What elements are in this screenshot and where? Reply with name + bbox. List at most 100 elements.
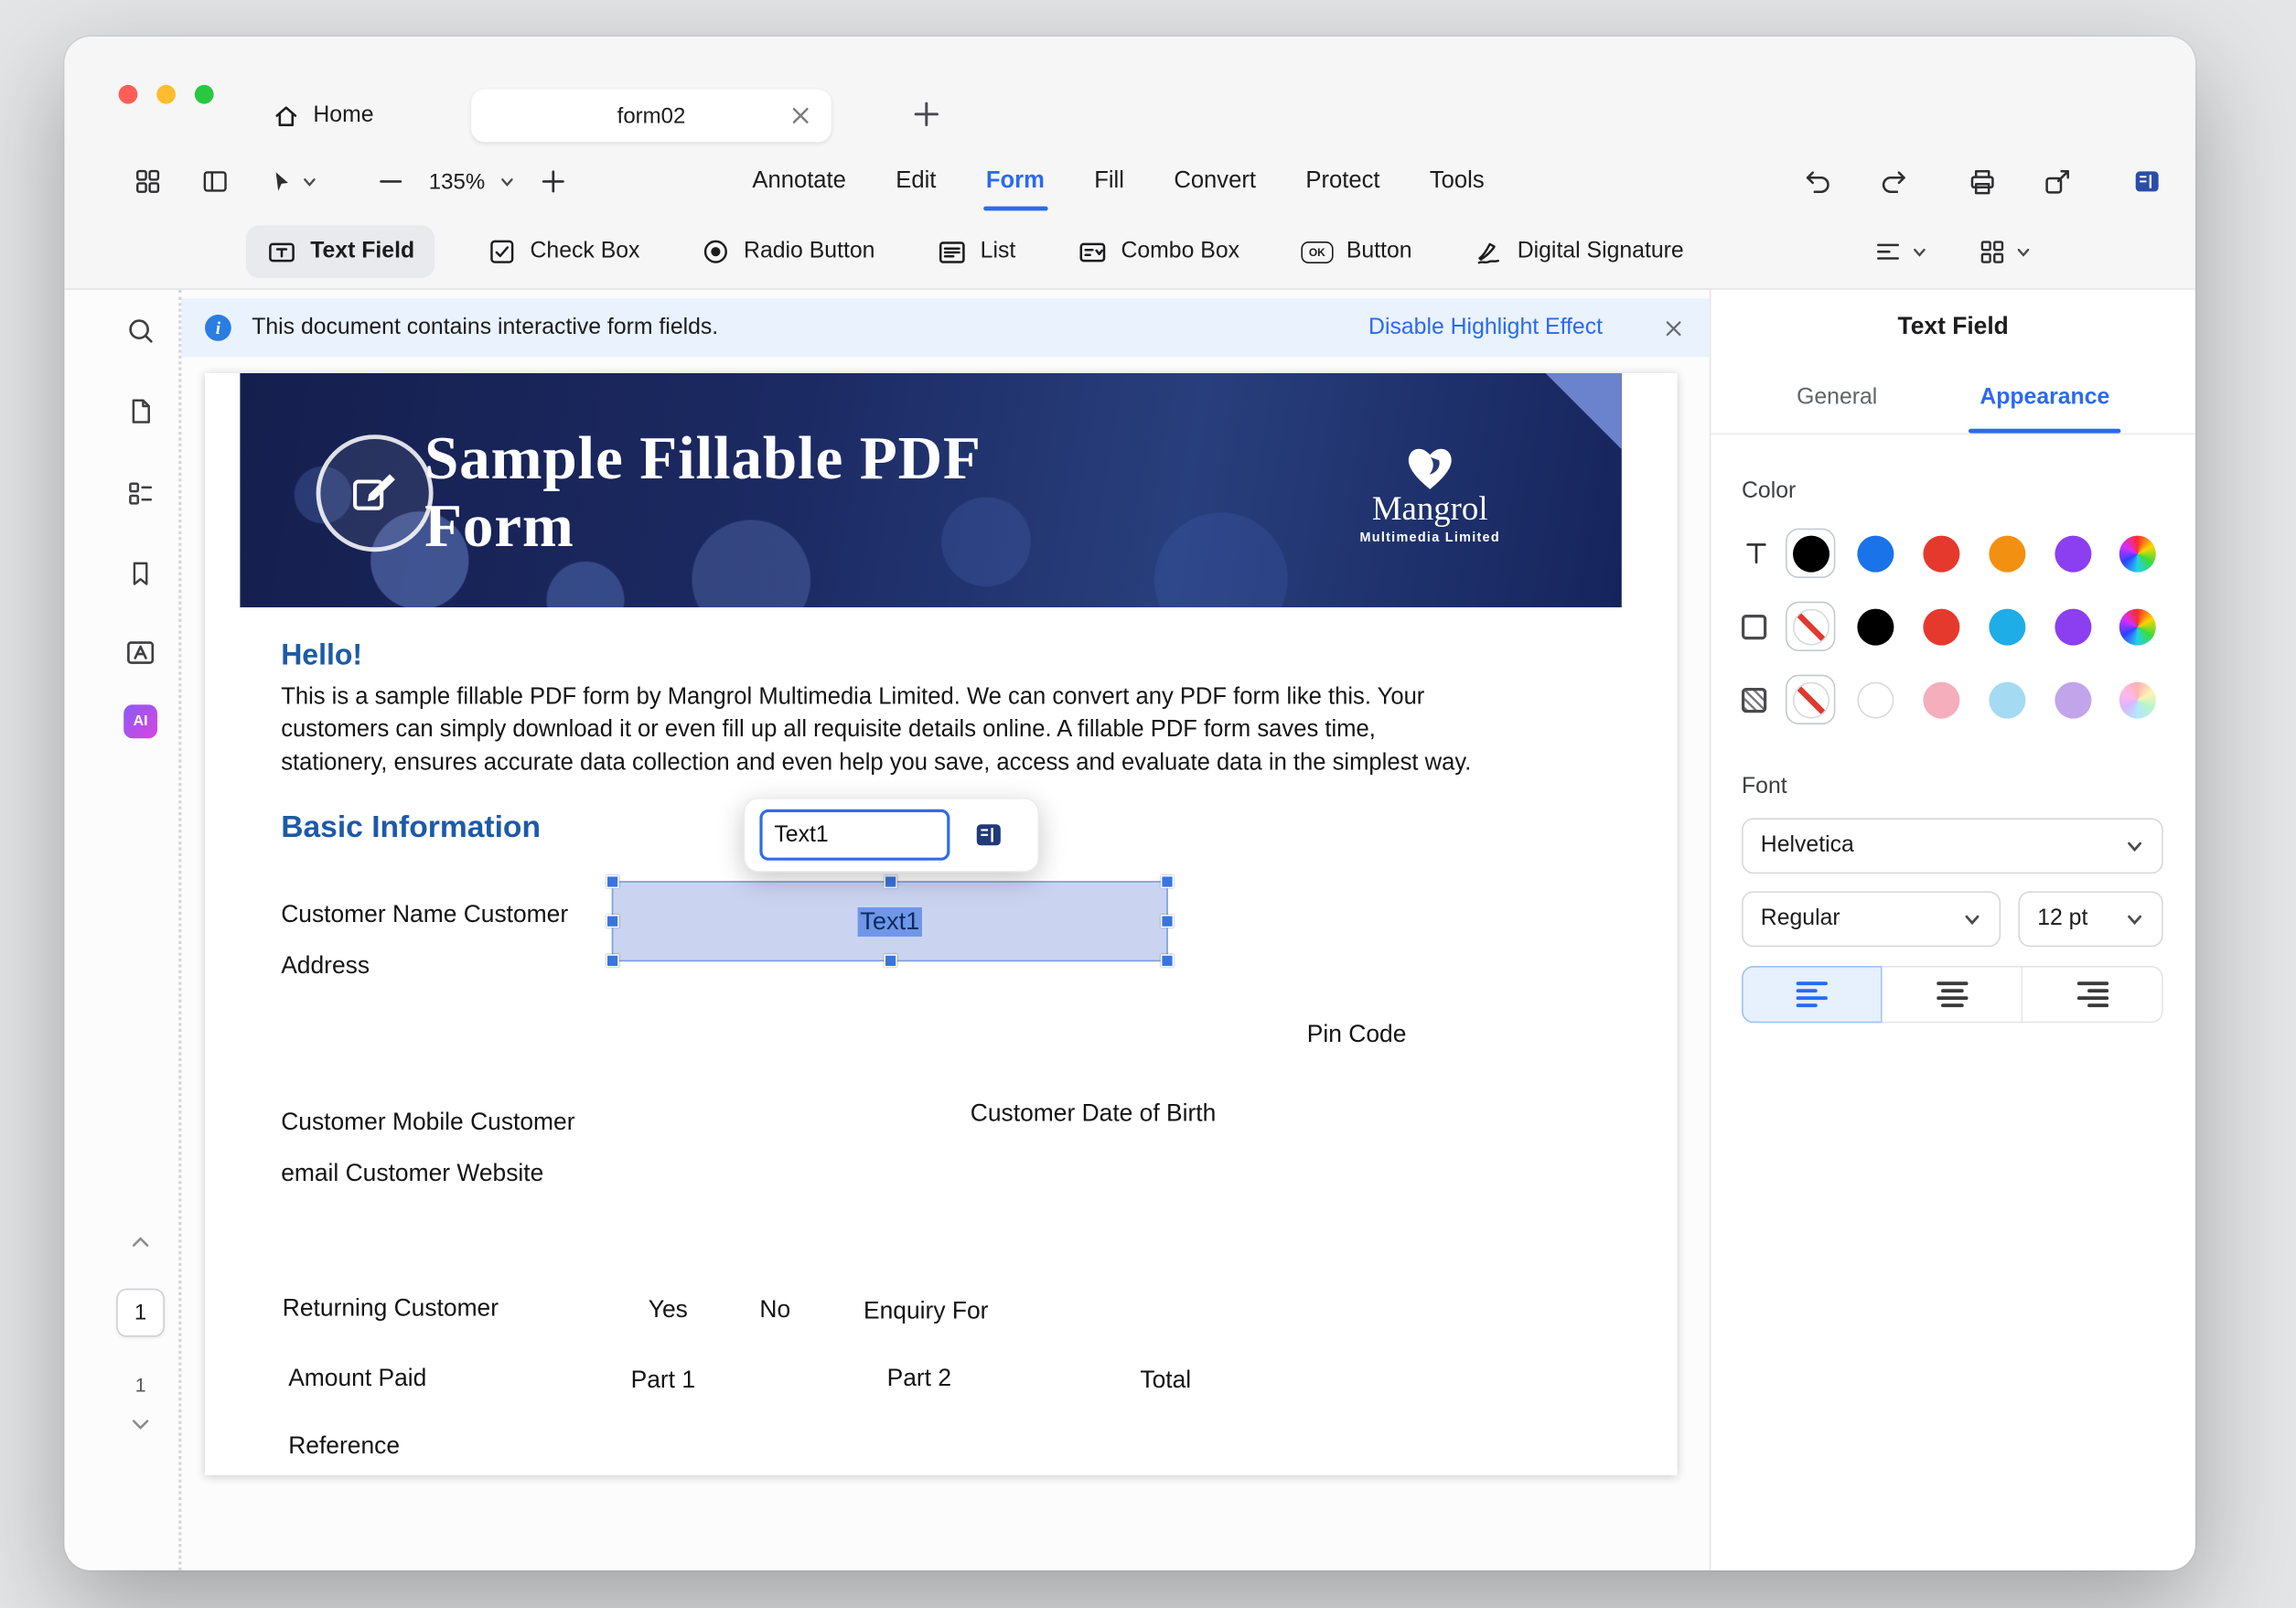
next-page-button[interactable] (129, 1412, 153, 1436)
align-center-button[interactable] (1882, 966, 2023, 1024)
close-window-button[interactable] (118, 84, 138, 104)
selected-text-field[interactable]: Text1 (606, 874, 1175, 968)
resize-handle-s[interactable] (883, 954, 896, 968)
text-color-swatch[interactable] (2048, 529, 2098, 578)
border-color-swatch[interactable] (1851, 602, 1901, 651)
chevron-down-icon (2017, 248, 2030, 256)
align-left-button[interactable] (1742, 966, 1883, 1024)
share-export-button[interactable] (2042, 166, 2073, 198)
arrange-tool-dropdown[interactable] (1978, 237, 2032, 266)
alignment-tool-dropdown[interactable] (1873, 237, 1927, 266)
disable-highlight-link[interactable]: Disable Highlight Effect (1368, 315, 1603, 341)
border-color-swatch[interactable] (2048, 602, 2098, 651)
fill-color-swatch[interactable] (1851, 675, 1901, 724)
menu-tools[interactable]: Tools (1430, 168, 1485, 195)
text-color-swatch[interactable] (2113, 529, 2162, 578)
radio-button-tool[interactable]: Radio Button (692, 225, 884, 278)
text-color-swatch[interactable] (1851, 529, 1901, 578)
resize-handle-nw[interactable] (606, 874, 619, 889)
resize-handle-ne[interactable] (1160, 874, 1175, 889)
chevron-up-icon (132, 1237, 149, 1247)
tab-document[interactable]: form02 (471, 89, 831, 143)
border-color-swatch[interactable] (1916, 602, 1966, 651)
check-box-tool[interactable]: Check Box (479, 225, 649, 278)
list-tool[interactable]: List (928, 225, 1025, 278)
text-color-swatch[interactable] (1916, 529, 1966, 578)
menu-form[interactable]: Form (982, 168, 1048, 211)
previous-page-button[interactable] (129, 1231, 153, 1255)
panel-layout-button[interactable] (2131, 166, 2163, 198)
resize-handle-e[interactable] (1160, 915, 1175, 928)
undo-button[interactable] (1803, 166, 1834, 198)
current-page-input[interactable]: 1 (116, 1288, 165, 1337)
tab-general[interactable]: General (1797, 363, 1877, 434)
resize-handle-n[interactable] (883, 874, 896, 889)
resize-handle-sw[interactable] (606, 954, 619, 968)
fill-color-swatch[interactable] (1916, 675, 1966, 724)
resize-handle-se[interactable] (1160, 954, 1175, 968)
app-window: Home form02 135% Annotate Edit Form Fill… (64, 37, 2196, 1570)
resize-handle-w[interactable] (606, 915, 619, 928)
font-style-select[interactable]: Regular (1742, 891, 2001, 948)
tab-appearance[interactable]: Appearance (1968, 363, 2121, 434)
field-name-input[interactable] (759, 809, 950, 861)
menu-edit[interactable]: Edit (896, 168, 936, 195)
close-tab-icon[interactable] (788, 102, 814, 129)
zoom-out-button[interactable] (376, 166, 405, 196)
minimize-window-button[interactable] (156, 84, 176, 104)
menu-fill[interactable]: Fill (1094, 168, 1124, 195)
text-color-swatch[interactable] (1982, 529, 2032, 578)
text-color-swatch[interactable] (1786, 528, 1836, 578)
new-tab-button[interactable] (910, 98, 942, 130)
border-color-swatch[interactable] (1786, 601, 1836, 651)
combo-box-tool[interactable]: Combo Box (1068, 225, 1249, 278)
dismiss-notification-icon[interactable] (1661, 316, 1686, 340)
form-field-list-button[interactable] (124, 637, 156, 669)
heart-logo-icon (1408, 448, 1452, 489)
menu-protect[interactable]: Protect (1305, 168, 1379, 195)
sidebar-toggle-icon[interactable] (200, 166, 230, 196)
properties-panel-icon (976, 824, 1001, 846)
zoom-in-button[interactable] (539, 166, 568, 196)
digital-signature-tool[interactable]: Digital Signature (1465, 225, 1692, 278)
fill-color-swatch[interactable] (2048, 675, 2098, 724)
font-family-select[interactable]: Helvetica (1742, 818, 2163, 874)
page-thumbnails-button[interactable] (125, 396, 156, 427)
fill-color-swatch[interactable] (1982, 675, 2032, 724)
search-button[interactable] (124, 315, 156, 347)
zoom-level[interactable]: 135% (429, 169, 485, 194)
traffic-lights (118, 84, 214, 104)
outline-icon (129, 482, 153, 505)
banner-corner-fold (1545, 373, 1622, 450)
bookmarks-button[interactable] (126, 559, 156, 588)
text-field-tool[interactable]: Text Field (245, 225, 435, 278)
print-button[interactable] (1967, 166, 1998, 198)
menu-annotate[interactable]: Annotate (752, 168, 846, 195)
zoom-menu-chevron-icon[interactable] (499, 174, 516, 190)
tab-home[interactable]: Home (258, 90, 389, 143)
menu-convert[interactable]: Convert (1174, 168, 1256, 195)
font-size-select[interactable]: 12 pt (2018, 891, 2163, 948)
selected-field-text[interactable]: Text1 (857, 906, 923, 937)
label-email-website: email Customer Website (281, 1160, 544, 1187)
align-right-button[interactable] (2022, 966, 2163, 1024)
pdf-banner: Sample Fillable PDF Form Mangrol Multime… (240, 373, 1622, 607)
panel-tabs: General Appearance (1711, 363, 2195, 435)
redo-button[interactable] (1878, 166, 1909, 198)
ai-assistant-icon: AI (123, 704, 157, 739)
outline-button[interactable] (125, 477, 156, 509)
list-icon (939, 241, 965, 263)
font-size-value: 12 pt (2037, 906, 2088, 931)
border-color-swatch[interactable] (1982, 602, 2032, 651)
notification-message: This document contains interactive form … (252, 315, 719, 340)
ai-assistant-button[interactable]: AI (123, 704, 157, 739)
font-family-value: Helvetica (1760, 832, 1854, 858)
button-tool[interactable]: OK Button (1293, 225, 1422, 278)
zoom-window-button[interactable] (194, 84, 214, 104)
fill-color-swatch[interactable] (2113, 675, 2162, 724)
border-color-swatch[interactable] (2113, 602, 2162, 651)
fill-color-swatch[interactable] (1786, 674, 1836, 724)
field-properties-button[interactable] (971, 818, 1005, 852)
select-tool-button[interactable] (268, 167, 317, 195)
grid-view-icon[interactable] (134, 166, 163, 196)
